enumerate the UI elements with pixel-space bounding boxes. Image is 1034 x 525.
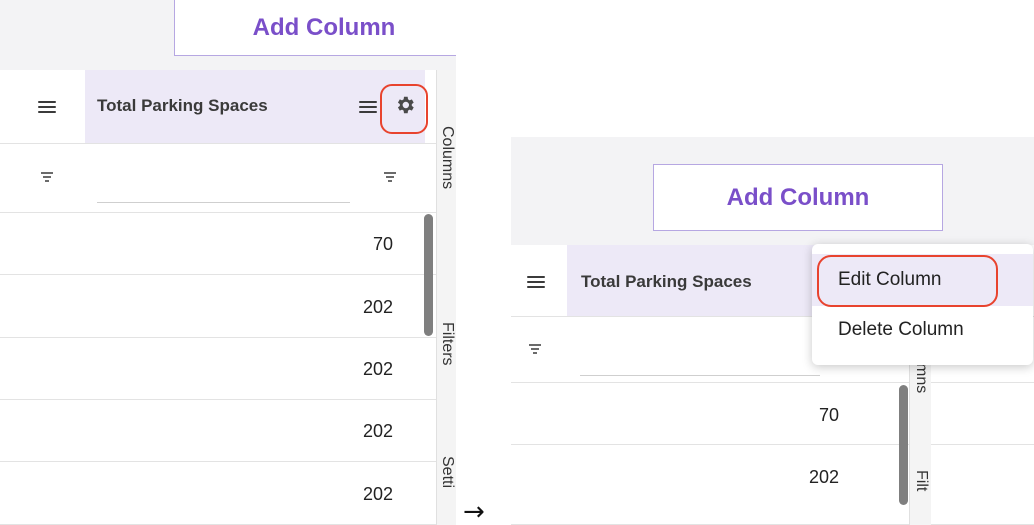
table-row: 202	[0, 338, 456, 400]
vertical-scrollbar[interactable]	[424, 214, 433, 336]
column-filter-icon[interactable]	[384, 172, 396, 182]
filter-icon[interactable]	[529, 344, 541, 354]
cell-value: 202	[362, 421, 393, 441]
cell-value: 70	[818, 405, 839, 425]
cell-value: 202	[362, 359, 393, 379]
table-row: 202	[0, 400, 456, 462]
vertical-scrollbar[interactable]	[899, 385, 908, 505]
side-tab-filters[interactable]: Filt	[912, 470, 930, 491]
hamburger-icon[interactable]	[527, 276, 545, 288]
table-row: 202	[0, 462, 456, 525]
filter-input[interactable]	[580, 375, 820, 376]
side-panel-tabs: Columns Filters Setti	[436, 70, 456, 525]
before-grid-panel: Add Column Total Parking Spaces 70 202 2…	[0, 0, 456, 525]
add-column-button[interactable]: Add Column	[653, 164, 943, 231]
filter-input[interactable]	[97, 202, 350, 203]
table-row: 202	[511, 445, 1034, 525]
hamburger-icon[interactable]	[38, 101, 56, 113]
table-row: 202	[0, 275, 456, 338]
side-tab-columns[interactable]: Columns	[438, 126, 456, 189]
column-context-menu: Edit Column Delete Column	[812, 244, 1033, 365]
add-column-button[interactable]: Add Column	[174, 0, 456, 56]
add-column-label: Add Column	[726, 183, 870, 211]
transition-arrow: →	[463, 497, 485, 525]
toolbar-area: Add Column	[511, 137, 1034, 245]
edit-column-highlight-ring	[817, 255, 998, 307]
column-header-label: Total Parking Spaces	[97, 96, 268, 115]
table-row: 70	[511, 383, 1034, 445]
settings-highlight-ring	[380, 84, 428, 134]
side-tab-settings[interactable]: Setti	[438, 456, 456, 488]
after-grid-panel: Add Column Total Parking Spaces 70 202 m…	[511, 137, 1034, 525]
table-row: 70	[0, 213, 456, 275]
cell-value: 70	[372, 234, 393, 254]
menu-item-delete-column[interactable]: Delete Column	[812, 306, 1033, 354]
add-column-label: Add Column	[252, 13, 396, 41]
side-tab-columns[interactable]: mns	[912, 363, 930, 393]
column-header-label: Total Parking Spaces	[581, 272, 752, 291]
delete-column-label: Delete Column	[838, 319, 964, 340]
cell-value: 202	[808, 467, 839, 487]
filter-icon[interactable]	[41, 172, 53, 182]
column-menu-icon[interactable]	[359, 101, 377, 113]
cell-value: 202	[362, 297, 393, 317]
toolbar-area: Add Column	[0, 0, 456, 70]
filter-row	[0, 144, 456, 213]
cell-value: 202	[362, 484, 393, 504]
side-tab-filters[interactable]: Filters	[438, 322, 456, 366]
column-header-row: Total Parking Spaces	[0, 70, 456, 144]
